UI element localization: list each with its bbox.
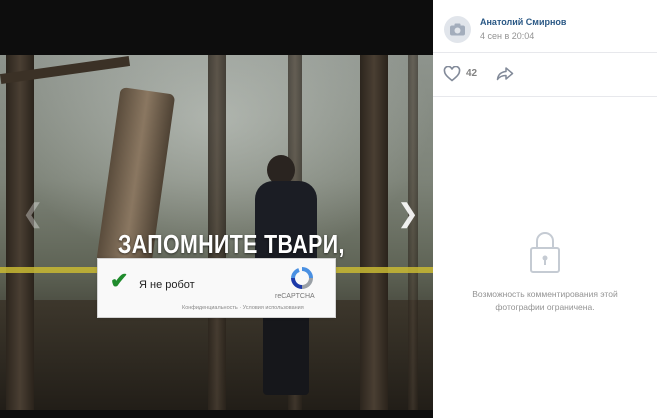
- prev-photo-arrow-icon[interactable]: ❮: [22, 198, 44, 229]
- share-icon[interactable]: [496, 66, 514, 82]
- photo-viewer: ЗАПОМНИТЕ ТВАРИ, ❮ ❯ ✔ Я не робот reCAPT…: [0, 0, 433, 418]
- recaptcha-brand: reCAPTCHA: [275, 293, 315, 300]
- camera-icon: [450, 23, 465, 36]
- post-header: Анатолий Смирнов 4 сен в 20:04: [433, 0, 657, 53]
- post-actions: 42: [433, 52, 657, 97]
- check-icon[interactable]: ✔: [110, 270, 132, 292]
- comments-restricted-notice: Возможность комментирования этой фотогра…: [472, 289, 618, 312]
- recaptcha-logo-icon: [291, 267, 313, 289]
- heart-icon[interactable]: [443, 66, 461, 82]
- avatar[interactable]: [444, 16, 471, 43]
- tree-trunk: [360, 55, 388, 410]
- post-date[interactable]: 4 сен в 20:04: [480, 31, 534, 41]
- author-name[interactable]: Анатолий Смирнов: [480, 17, 566, 27]
- photo-caption: ЗАПОМНИТЕ ТВАРИ,: [118, 229, 345, 259]
- tree-trunk: [6, 55, 34, 410]
- tree-trunk: [408, 55, 418, 410]
- recaptcha-links[interactable]: Конфиденциальность · Условия использован…: [182, 305, 304, 311]
- like-count: 42: [466, 68, 478, 79]
- recaptcha-label: Я не робот: [139, 279, 195, 291]
- lock-icon: [530, 232, 560, 273]
- next-photo-arrow-icon[interactable]: ❯: [397, 198, 419, 229]
- recaptcha-widget: ✔ Я не робот reCAPTCHA Конфиденциальност…: [97, 258, 336, 318]
- post-sidebar: Анатолий Смирнов 4 сен в 20:04 42 Возмож…: [433, 0, 657, 418]
